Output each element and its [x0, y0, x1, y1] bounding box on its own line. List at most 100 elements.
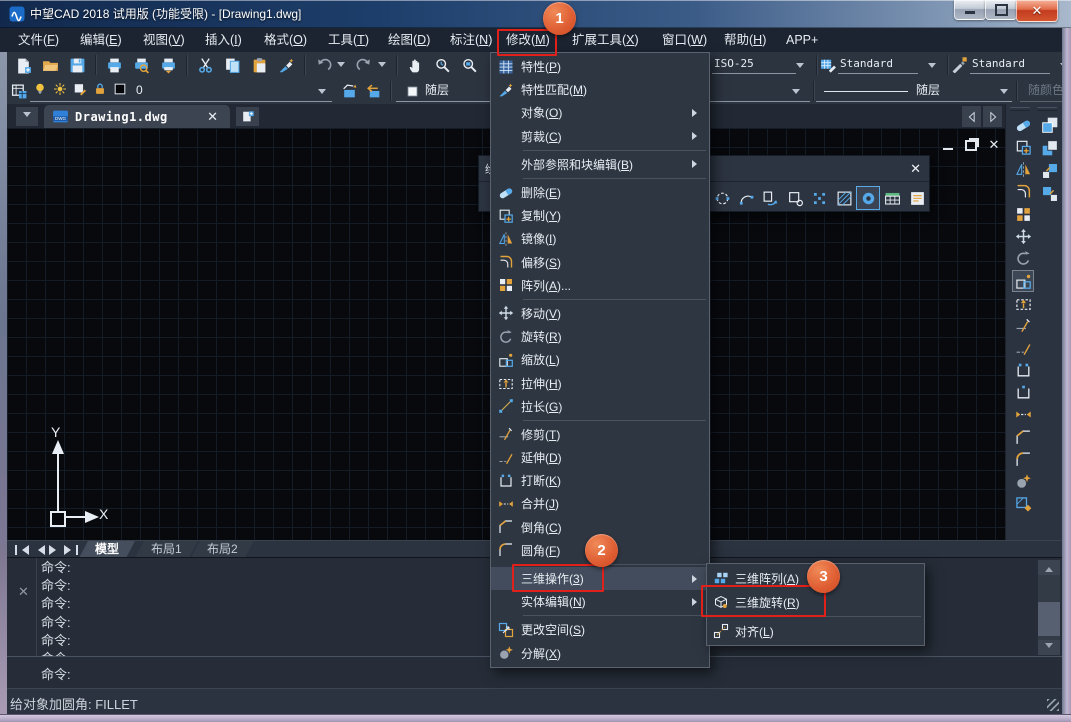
minimize-button[interactable]: [954, 0, 986, 20]
tab-scroll-left-button[interactable]: [962, 106, 981, 127]
menu-item-3[interactable]: 视图(V): [137, 28, 191, 52]
chamfer-button[interactable]: [1012, 426, 1034, 448]
cut-button[interactable]: [194, 54, 216, 76]
last-tab-button[interactable]: [64, 544, 78, 555]
draw-table-button[interactable]: [882, 187, 904, 209]
menu-item-外部参照和块编辑[interactable]: 外部参照和块编辑(B): [491, 153, 709, 176]
first-tab-button[interactable]: [15, 544, 29, 555]
draw-hatch-button[interactable]: [833, 187, 855, 209]
stretch-button[interactable]: [1012, 292, 1034, 314]
move-button[interactable]: [1012, 226, 1034, 248]
edit-hatch-button[interactable]: [1012, 493, 1034, 515]
menu-item-拉伸[interactable]: 拉伸(H): [491, 371, 709, 394]
chevron-down-icon[interactable]: [378, 62, 386, 71]
tab-list-button[interactable]: [16, 107, 38, 126]
draw-arc-button[interactable]: [735, 187, 757, 209]
redo-button[interactable]: [353, 54, 375, 76]
doc-new-button[interactable]: [12, 54, 34, 76]
lock-icon[interactable]: [93, 82, 107, 96]
menu-item-旋转[interactable]: 旋转(R): [491, 325, 709, 348]
menu-item-2[interactable]: 编辑(E): [74, 28, 128, 52]
menu-item-对齐[interactable]: 对齐(L): [707, 619, 924, 643]
layer-new-icon[interactable]: [73, 82, 87, 96]
trim-button[interactable]: [1012, 315, 1034, 337]
draw-order-back-button[interactable]: [1039, 137, 1061, 159]
menu-item-1[interactable]: 文件(F): [12, 28, 65, 52]
menu-item-分解[interactable]: 分解(X): [491, 642, 709, 665]
menu-item-8[interactable]: 标注(N): [444, 28, 498, 52]
menu-item-7[interactable]: 绘图(D): [382, 28, 436, 52]
menu-item-合并[interactable]: 合并(J): [491, 492, 709, 515]
swatch-black-icon[interactable]: [113, 82, 127, 96]
copy-doc-button[interactable]: [221, 54, 243, 76]
menu-item-剪裁[interactable]: 剪裁(C): [491, 125, 709, 148]
menu-item-延伸[interactable]: 延伸(D): [491, 446, 709, 469]
layer-previous-icon[interactable]: [362, 80, 384, 102]
document-tab[interactable]: DWG Drawing1.dwg ✕: [44, 105, 230, 128]
print-preview-button[interactable]: [130, 54, 152, 76]
draw-donut-button[interactable]: [857, 187, 879, 209]
break-point-button[interactable]: [1012, 382, 1034, 404]
print-button[interactable]: [103, 54, 125, 76]
break-button[interactable]: [1012, 359, 1034, 381]
match-props-button[interactable]: [275, 54, 297, 76]
plot-button[interactable]: [157, 54, 179, 76]
table-style-combo[interactable]: Standard: [838, 55, 944, 75]
draw-mtext-button[interactable]: [906, 187, 928, 209]
resize-grip[interactable]: [1047, 699, 1059, 711]
scroll-up-button[interactable]: [1038, 560, 1060, 575]
copy-rotate-button[interactable]: [760, 187, 782, 209]
break-object-button[interactable]: [784, 187, 806, 209]
menu-item-阵列[interactable]: 阵列(A)...: [491, 274, 709, 297]
paste-button[interactable]: [248, 54, 270, 76]
rotate-button[interactable]: [1012, 248, 1034, 270]
close-button[interactable]: ✕: [1016, 0, 1058, 22]
menu-item-实体编辑[interactable]: 实体编辑(N): [491, 590, 709, 613]
restore-button[interactable]: [985, 0, 1017, 20]
draw-circle-button[interactable]: [711, 187, 733, 209]
layout-tab-布局2[interactable]: 布局2: [191, 541, 254, 558]
menu-item-6[interactable]: 工具(T): [322, 28, 375, 52]
layer-combo[interactable]: 0: [30, 81, 332, 102]
linetype-combo[interactable]: 随层: [816, 81, 1012, 102]
draw-order-under-button[interactable]: [1039, 183, 1061, 205]
menu-item-打断[interactable]: 打断(K): [491, 469, 709, 492]
menu-item-10[interactable]: 扩展工具(X): [566, 28, 645, 52]
erase-button[interactable]: [1012, 114, 1034, 136]
menu-item-偏移[interactable]: 偏移(S): [491, 251, 709, 274]
menu-item-拉长[interactable]: 拉长(G): [491, 395, 709, 418]
menu-item-删除[interactable]: 删除(E): [491, 181, 709, 204]
menu-item-12[interactable]: 帮助(H): [718, 28, 772, 52]
menu-item-镜像[interactable]: 镜像(I): [491, 227, 709, 250]
pan-hand-button[interactable]: [404, 54, 426, 76]
fillet-button[interactable]: [1012, 449, 1034, 471]
zoom-window-button[interactable]: [458, 54, 480, 76]
menu-item-移动[interactable]: 移动(V): [491, 302, 709, 325]
menu-item-缩放[interactable]: 缩放(L): [491, 348, 709, 371]
draw-toolbar-close-icon[interactable]: ✕: [910, 161, 923, 177]
freeze-sun-icon[interactable]: [53, 82, 67, 96]
zoom-realtime-button[interactable]: [431, 54, 453, 76]
extend-button[interactable]: [1012, 337, 1034, 359]
tab-close-icon[interactable]: ✕: [203, 109, 222, 125]
bulb-icon[interactable]: [33, 82, 47, 96]
mdi-minimize-button[interactable]: [941, 138, 955, 152]
dim-style-combo[interactable]: ISO-25: [700, 55, 812, 75]
layer-manager-icon[interactable]: [8, 80, 30, 102]
command-scrollbar[interactable]: [1038, 560, 1060, 655]
draw-points-button[interactable]: [809, 187, 831, 209]
copy-obj-button[interactable]: [1012, 136, 1034, 158]
menu-item-更改空间[interactable]: 更改空间(S): [491, 618, 709, 641]
next-tab-button[interactable]: [49, 544, 63, 555]
menu-item-11[interactable]: 窗口(W): [656, 28, 713, 52]
mirror-button[interactable]: [1012, 159, 1034, 181]
mdi-restore-button[interactable]: [964, 138, 978, 152]
menu-item-修剪[interactable]: 修剪(T): [491, 423, 709, 446]
menu-item-4[interactable]: 插入(I): [199, 28, 248, 52]
new-tab-button[interactable]: [236, 107, 259, 126]
text-style-combo[interactable]: Standard: [970, 55, 1071, 75]
chevron-down-icon[interactable]: [337, 62, 345, 71]
scroll-down-button[interactable]: [1038, 640, 1060, 655]
menu-item-特性匹配[interactable]: 特性匹配(M): [491, 78, 709, 101]
join-button[interactable]: [1012, 404, 1034, 426]
